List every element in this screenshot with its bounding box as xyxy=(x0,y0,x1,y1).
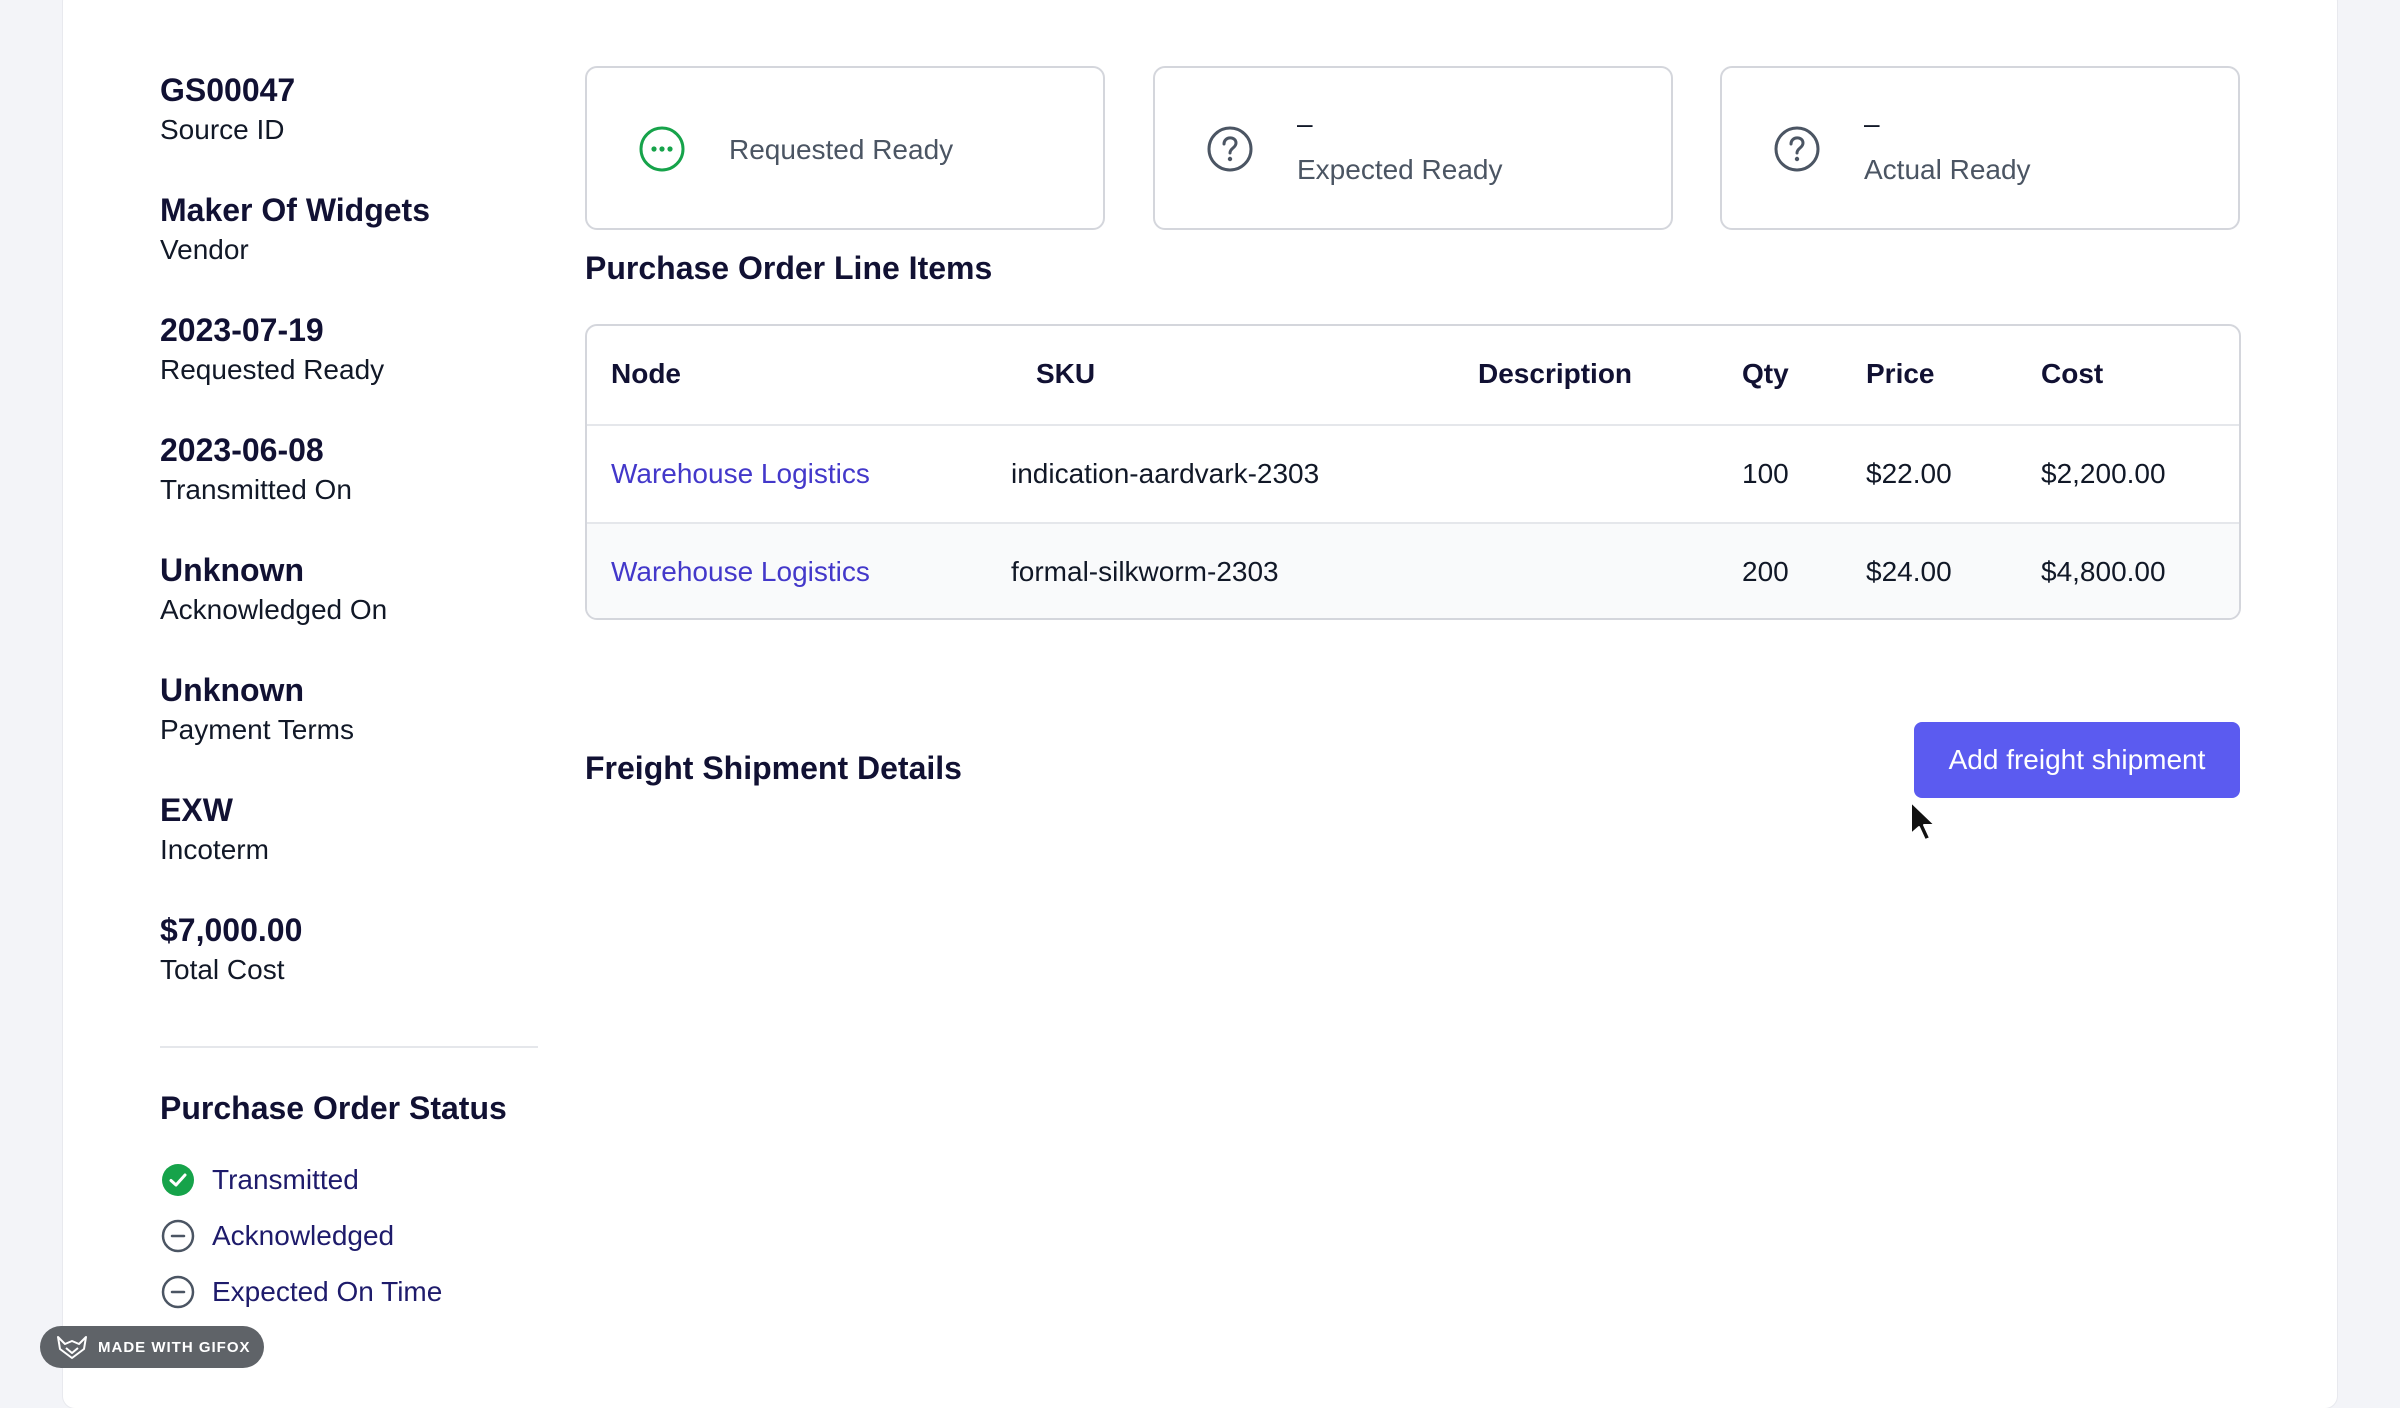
detail-label: Payment Terms xyxy=(160,714,354,745)
fox-logo-icon xyxy=(57,1336,87,1359)
question-circle-icon xyxy=(1772,124,1822,174)
node-link[interactable]: Warehouse Logistics xyxy=(611,426,870,522)
column-header-node[interactable]: Node xyxy=(611,326,681,422)
question-circle-icon xyxy=(1205,124,1255,174)
detail-label: Total Cost xyxy=(160,954,285,985)
status-item-transmitted: Transmitted xyxy=(160,1152,442,1208)
check-circle-icon xyxy=(160,1162,196,1198)
detail-label: Source ID xyxy=(160,114,285,145)
detail-source-id: GS00047 Source ID xyxy=(160,70,540,190)
column-header-description[interactable]: Description xyxy=(1478,326,1632,422)
detail-payment-terms: Unknown Payment Terms xyxy=(160,670,540,790)
status-label: Acknowledged xyxy=(212,1220,395,1251)
cost-cell: $4,800.00 xyxy=(2041,556,2166,587)
detail-label: Requested Ready xyxy=(160,354,385,385)
line-items-table: Node SKU Description Qty Price Cost Ware… xyxy=(585,324,2241,620)
detail-label: Transmitted On xyxy=(160,474,352,505)
status-title: Purchase Order Status xyxy=(160,1090,507,1126)
add-freight-shipment-button[interactable]: Add freight shipment xyxy=(1914,722,2240,798)
column-header-price[interactable]: Price xyxy=(1866,326,1935,422)
column-header-cost[interactable]: Cost xyxy=(2041,326,2103,422)
milestone-label: Actual Ready xyxy=(1864,154,2031,185)
gifox-badge: MADE WITH GIFOX xyxy=(40,1326,264,1368)
cost-cell: $2,200.00 xyxy=(2041,458,2166,489)
status-item-expected-on-time: Expected On Time xyxy=(160,1264,442,1320)
milestone-requested-ready: Requested Ready xyxy=(585,66,1105,230)
detail-label: Vendor xyxy=(160,234,249,265)
table-header: Node SKU Description Qty Price Cost xyxy=(587,326,2239,424)
qty-cell: 200 xyxy=(1742,556,1789,587)
price-cell: $24.00 xyxy=(1866,556,1952,587)
detail-value: GS00047 xyxy=(160,72,296,108)
detail-value: Unknown xyxy=(160,672,304,708)
mouse-cursor-icon xyxy=(1910,801,1936,841)
column-header-qty[interactable]: Qty xyxy=(1742,326,1789,422)
table-row: Warehouse Logistics formal-silkworm-2303… xyxy=(587,522,2239,618)
milestone-value: – xyxy=(1297,108,1313,139)
purchase-order-details: GS00047 Source ID Maker Of Widgets Vendo… xyxy=(160,70,540,1030)
detail-label: Acknowledged On xyxy=(160,594,388,625)
detail-vendor: Maker Of Widgets Vendor xyxy=(160,190,540,310)
sku-cell: indication-aardvark-2303 xyxy=(1011,458,1320,489)
line-items-title: Purchase Order Line Items xyxy=(585,250,993,286)
freight-title: Freight Shipment Details xyxy=(585,750,962,786)
divider xyxy=(160,1046,538,1048)
column-header-sku[interactable]: SKU xyxy=(1036,326,1095,422)
milestone-label: Requested Ready xyxy=(729,134,954,165)
badge-text: MADE WITH GIFOX xyxy=(98,1338,251,1356)
milestone-value: – xyxy=(1864,108,1880,139)
qty-cell: 100 xyxy=(1742,458,1789,489)
milestone-actual-ready: – Actual Ready xyxy=(1720,66,2240,230)
detail-value: Unknown xyxy=(160,552,304,588)
detail-acknowledged-on: Unknown Acknowledged On xyxy=(160,550,540,670)
milestone-label: Expected Ready xyxy=(1297,154,1503,185)
detail-label: Incoterm xyxy=(160,834,269,865)
detail-value: $7,000.00 xyxy=(160,912,303,948)
node-link[interactable]: Warehouse Logistics xyxy=(611,524,870,618)
milestone-expected-ready: – Expected Ready xyxy=(1153,66,1673,230)
detail-value: 2023-06-08 xyxy=(160,432,324,468)
price-cell: $22.00 xyxy=(1866,458,1952,489)
status-item-acknowledged: Acknowledged xyxy=(160,1208,442,1264)
detail-requested-ready: 2023-07-19 Requested Ready xyxy=(160,310,540,430)
table-row: Warehouse Logistics indication-aardvark-… xyxy=(587,424,2239,522)
detail-incoterm: EXW Incoterm xyxy=(160,790,540,910)
detail-transmitted-on: 2023-06-08 Transmitted On xyxy=(160,430,540,550)
sku-cell: formal-silkworm-2303 xyxy=(1011,556,1279,587)
detail-value: Maker Of Widgets xyxy=(160,192,430,228)
detail-value: 2023-07-19 xyxy=(160,312,324,348)
minus-circle-icon xyxy=(160,1218,196,1254)
minus-circle-icon xyxy=(160,1274,196,1310)
status-label: Transmitted xyxy=(212,1164,359,1195)
status-label: Expected On Time xyxy=(212,1276,443,1307)
detail-total-cost: $7,000.00 Total Cost xyxy=(160,910,540,1030)
status-list: Transmitted Acknowledged Expected On Tim… xyxy=(160,1152,442,1320)
ellipsis-circle-icon xyxy=(637,124,687,174)
detail-value: EXW xyxy=(160,792,233,828)
